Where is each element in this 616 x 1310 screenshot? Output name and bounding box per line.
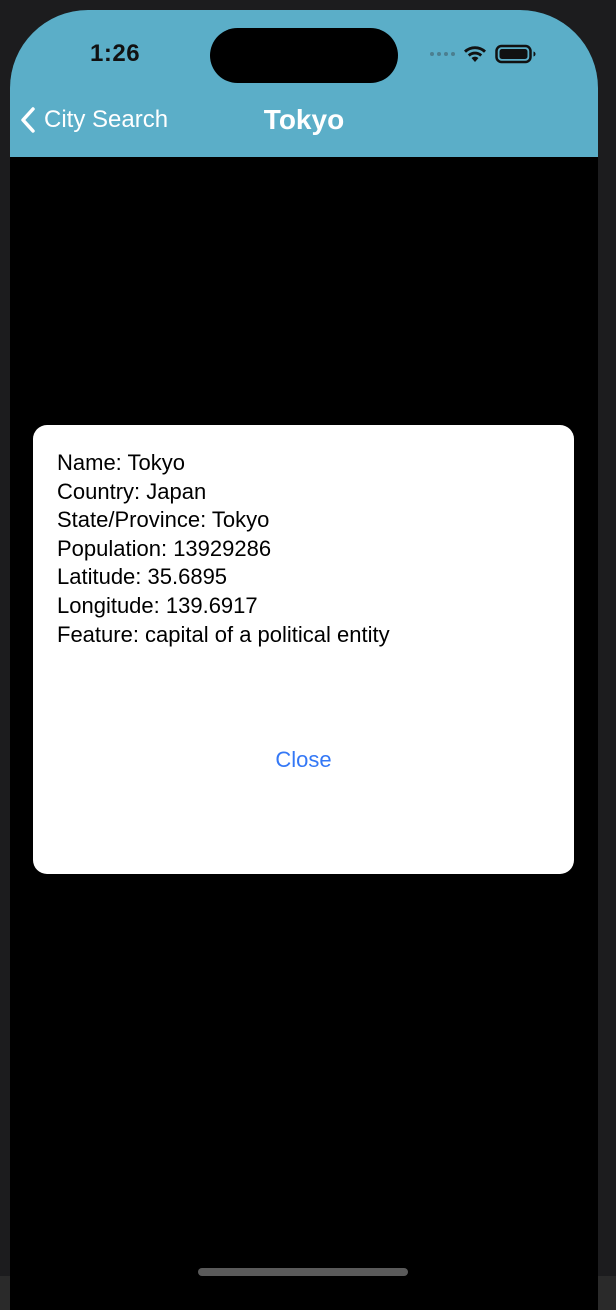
longitude-line: Longitude: 139.6917	[57, 592, 258, 618]
state-province-line: State/Province: Tokyo	[57, 507, 270, 533]
status-icons	[430, 44, 537, 64]
navigation-bar: 1:26 City Search Tokyo	[10, 10, 598, 157]
back-button-label: City Search	[44, 106, 169, 133]
page-title: Tokyo	[263, 104, 345, 135]
cellular-signal-icon	[430, 52, 455, 56]
chevron-left-icon	[21, 107, 35, 133]
dynamic-island	[210, 28, 398, 83]
latitude-line: Latitude: 35.6895	[57, 564, 228, 590]
country-line: Country: Japan	[57, 478, 207, 504]
city-details-dialog: Name: Tokyo Country: Japan State/Provinc…	[33, 425, 574, 874]
home-indicator[interactable]	[198, 1268, 408, 1276]
feature-line: Feature: capital of a political entity	[57, 621, 390, 647]
city-name-line: Name: Tokyo	[57, 450, 185, 475]
status-time: 1:26	[90, 40, 141, 67]
battery-icon	[495, 44, 536, 64]
back-button[interactable]: City Search	[20, 106, 168, 134]
population-line: Population: 13929286	[57, 535, 272, 561]
city-info-list: Name: Tokyo Country: Japan State/Provinc…	[57, 449, 554, 649]
wifi-icon	[464, 46, 486, 62]
close-button[interactable]: Close	[33, 747, 574, 773]
